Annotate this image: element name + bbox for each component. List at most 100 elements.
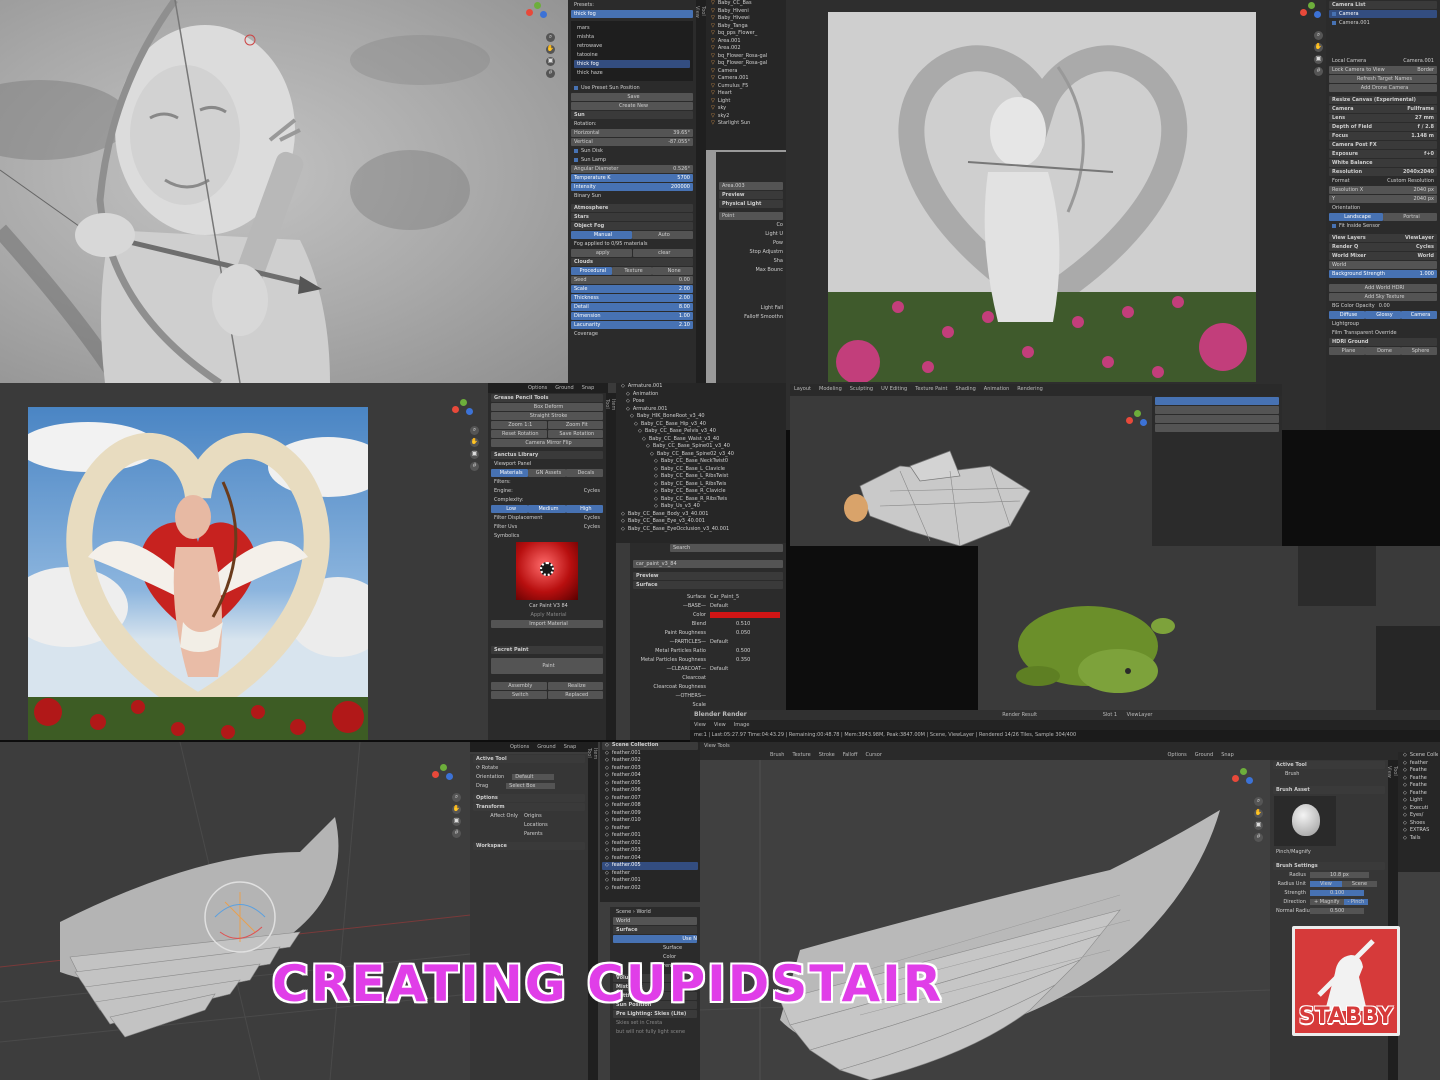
outliner-item[interactable]: feather.002 [602, 885, 698, 893]
sidebar-tabs[interactable]: ItemToolViewWORLD BUILDINGMiscSCENE BUIL… [588, 742, 598, 1080]
surface-field[interactable]: Surface [613, 944, 697, 952]
outliner-item[interactable]: feather.006 [602, 787, 698, 795]
outliner-item[interactable]: feather.001 [602, 832, 698, 840]
paint-roughness-field[interactable]: Paint Roughness 0.050 [633, 629, 783, 637]
film-transparent-field[interactable]: Film Transparent Override [1329, 329, 1437, 337]
outliner-item[interactable]: Baby_Hiveni [708, 8, 784, 16]
angular-diameter-field[interactable]: Angular Diameter 0.526° [571, 165, 693, 173]
binary-sun-checkbox[interactable]: Binary Sun [571, 192, 693, 200]
outliner-item[interactable]: Tails [1400, 835, 1438, 843]
auto-button[interactable]: Auto [632, 231, 693, 239]
outliner-item[interactable]: Eyes/ [1400, 812, 1438, 820]
outliner-item[interactable]: feather.004 [602, 772, 698, 780]
viewport-cupid-bow[interactable]: ⌕ ✋ ▣ # [0, 0, 568, 383]
outliner-item[interactable]: Area.001 [708, 38, 784, 46]
focus-field[interactable]: Focus 1.148 m [1329, 132, 1437, 140]
viewport-camera[interactable]: ⌕ ✋ ▣ # [786, 0, 1326, 430]
direction-field[interactable]: Direction + Magnify - Pinch [1273, 898, 1385, 906]
grid-icon[interactable]: # [1314, 67, 1323, 76]
straight-stroke-button[interactable]: Straight Stroke [491, 412, 603, 420]
medium-button[interactable]: Medium [528, 505, 566, 513]
scale-field[interactable]: Scale [633, 701, 783, 709]
point-light-button[interactable]: Point [719, 212, 783, 220]
dimension-field[interactable]: Dimension 1.00 [571, 312, 693, 320]
vertical-field[interactable]: Vertical -87.055° [571, 138, 693, 146]
outliner-item[interactable]: feather.002 [602, 757, 698, 765]
texture-menu[interactable]: Texture [792, 750, 810, 760]
metal-particles-roughness-field[interactable]: Metal Particles Roughness 0.350 [633, 656, 783, 664]
outliner-item[interactable]: Pose [618, 398, 784, 406]
fit-inside-sensor-checkbox[interactable]: Fit Inside Sensor [1329, 222, 1437, 230]
strength-field[interactable]: Strength 0.100 [1273, 889, 1385, 897]
falloff-menu[interactable]: Falloff [843, 750, 858, 760]
background-strength-field[interactable]: Background Strength 1.000 [1329, 270, 1437, 278]
stroke-menu[interactable]: Stroke [819, 750, 835, 760]
view-layers-section[interactable]: View Layers ViewLayer [1329, 234, 1437, 242]
metal-particles-ratio-field[interactable]: Metal Particles Ratio 0.500 [633, 647, 783, 655]
engine-field[interactable]: Engine: Cycles [491, 487, 603, 495]
outliner-item[interactable]: Baby_Us_v3_40 [618, 503, 784, 511]
resolution-x-field[interactable]: Resolution X 2040 px [1329, 186, 1437, 194]
outliner-item[interactable]: bq_Flower_Rosa-gal [708, 60, 784, 68]
options-section[interactable]: Options [473, 794, 585, 802]
outliner-item[interactable]: Area.002 [708, 45, 784, 53]
outliner-item[interactable]: feather.003 [602, 847, 698, 855]
apply-material-button[interactable]: Apply Material [491, 611, 603, 619]
outliner-item[interactable]: Shoes [1400, 820, 1438, 828]
save-rotation-button[interactable]: Save Rotation [547, 430, 603, 438]
preview-section[interactable]: Preview [719, 191, 783, 199]
outliner-item[interactable]: Baby_CC_Base_Eye_v3_40.001 [618, 518, 784, 526]
snap-menu[interactable]: Snap [564, 742, 577, 752]
atmosphere-section[interactable]: Atmosphere [571, 204, 693, 212]
outliner-item[interactable]: Feathe [1400, 767, 1438, 775]
active-tool-section[interactable]: Active Tool [473, 755, 585, 763]
outliner-item[interactable]: Baby_CC_Base_EyeOcclusion_v3_40.001 [618, 526, 784, 534]
zoom-icon[interactable]: ⌕ [1314, 31, 1323, 40]
sanctus-library-section[interactable]: Sanctus Library [491, 451, 603, 459]
viewport-nav-buttons[interactable]: ⌕ ✋ ▣ # [470, 423, 480, 474]
outliner-item[interactable]: Baby_CC_Base_L_Clavicle [618, 466, 784, 474]
base-group-field[interactable]: —BASE— Default [633, 602, 783, 610]
thickness-field[interactable]: Thickness 2.00 [571, 294, 693, 302]
depth-of-field-field[interactable]: Depth of Field f / 2.8 [1329, 123, 1437, 131]
brush-menu[interactable]: Brush [770, 750, 784, 760]
axis-gizmo[interactable] [452, 399, 474, 421]
outliner-item[interactable]: Camera [708, 68, 784, 76]
use-preset-sun-checkbox[interactable]: Use Preset Sun Position [571, 84, 693, 92]
camera-section[interactable]: Camera Fullframe [1329, 105, 1437, 113]
clearcoat-roughness-field[interactable]: Clearcoat Roughness [633, 683, 783, 691]
view-layer-field[interactable]: ViewLayer [1127, 710, 1153, 720]
none-button[interactable]: None [652, 267, 694, 275]
object-fog-section[interactable]: Object Fog [571, 222, 693, 230]
outliner-item-selected[interactable]: feather.005 [602, 862, 698, 870]
outliner-item[interactable]: Heart [708, 90, 784, 98]
viewport-nav-buttons[interactable]: ⌕ ✋ ▣ # [1314, 28, 1324, 79]
pan-hand-icon[interactable]: ✋ [452, 805, 461, 814]
zoom-fit-button[interactable]: Zoom Fit [547, 421, 603, 429]
outliner-item[interactable]: Armature.001 [618, 383, 784, 391]
scale-field[interactable]: Scale 2.00 [571, 285, 693, 293]
world-mixer-section[interactable]: World Mixer World [1329, 252, 1437, 260]
outliner-item[interactable]: Scene Colle [1400, 752, 1438, 760]
outliner-item[interactable]: feather.010 [602, 817, 698, 825]
brush-thumbnail[interactable] [1274, 796, 1336, 846]
grid-icon[interactable]: # [1254, 833, 1263, 842]
sphere-button[interactable]: Sphere [1401, 347, 1437, 355]
preview-section[interactable]: Preview [633, 572, 783, 580]
outliner-item[interactable]: Light [1400, 797, 1438, 805]
outliner-item[interactable]: Baby_HIK_BoneRoot_v3_40 [618, 413, 784, 421]
world-field[interactable]: World [1329, 261, 1437, 269]
camera-icon[interactable]: ▣ [1254, 821, 1263, 830]
outliner-item[interactable]: feather.005 [602, 780, 698, 788]
slot-field[interactable]: Slot 1 [1103, 710, 1117, 720]
outliner-item[interactable]: Baby_CC_Base_R_Clavicle [618, 488, 784, 496]
zoom-icon[interactable]: ⌕ [546, 33, 555, 42]
apply-button[interactable]: apply [571, 249, 632, 257]
add-sky-texture-button[interactable]: Add Sky Texture [1329, 293, 1437, 301]
view-menu[interactable]: View [714, 720, 726, 730]
outliner-item[interactable]: feather [602, 870, 698, 878]
render-q-section[interactable]: Render Q Cycles [1329, 243, 1437, 251]
texture-button[interactable]: Texture [611, 267, 653, 275]
gp-tools-section[interactable]: Grease Pencil Tools [491, 394, 603, 402]
camera-icon[interactable]: ▣ [452, 817, 461, 826]
